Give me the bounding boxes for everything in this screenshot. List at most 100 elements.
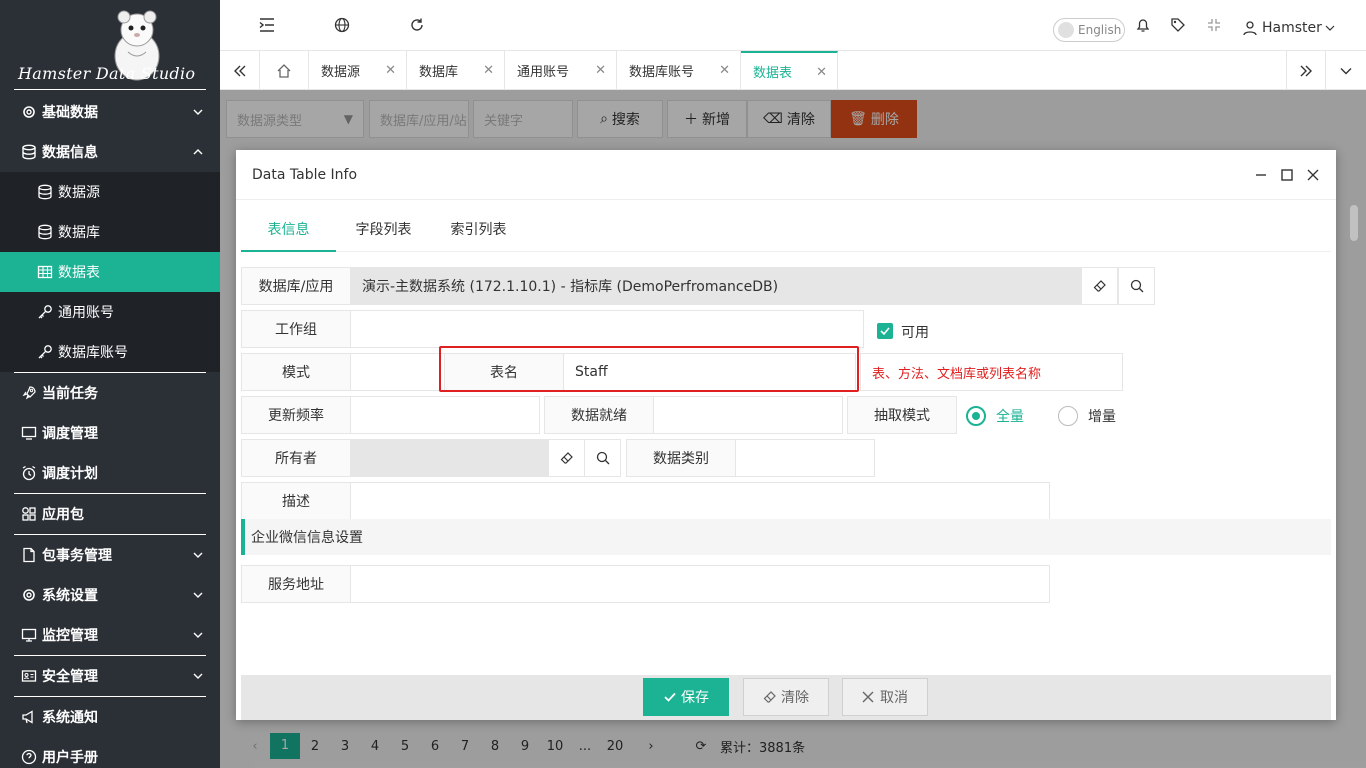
- cancel-button[interactable]: 取消: [842, 678, 928, 716]
- globe-icon[interactable]: [332, 15, 352, 35]
- extract-incremental-label: 增量: [1088, 409, 1116, 425]
- tab-data-table[interactable]: 数据表 ✕: [741, 51, 838, 90]
- close-icon[interactable]: ✕: [595, 63, 606, 78]
- sidebar-item-label: 系统通知: [42, 710, 98, 726]
- chevron-down-icon: [1340, 67, 1352, 74]
- workgroup-field[interactable]: [350, 310, 864, 348]
- sidebar-item-db-account[interactable]: 数据库账号: [0, 332, 220, 372]
- tab-table-info[interactable]: 表信息: [241, 212, 336, 252]
- scrollbar-thumb[interactable]: [1350, 205, 1358, 241]
- search-icon: [596, 451, 609, 465]
- sidebar-item-schedule-plan[interactable]: 调度计划: [0, 453, 220, 493]
- search-owner-button[interactable]: [584, 439, 621, 477]
- monitor-icon: [20, 626, 38, 644]
- tab-general-account[interactable]: 通用账号 ✕: [505, 51, 617, 90]
- description-field[interactable]: [350, 482, 1050, 520]
- tab-database[interactable]: 数据库 ✕: [407, 51, 505, 90]
- sidebar-item-current-task[interactable]: 当前任务: [0, 373, 220, 413]
- eraser-icon: [763, 691, 776, 703]
- sidebar-item-label: 数据表: [58, 265, 100, 281]
- search-icon: [1130, 279, 1143, 293]
- extract-mode-label: 抽取模式: [847, 396, 957, 434]
- chevron-down-icon: [193, 592, 203, 598]
- sidebar-submenu: 数据源 数据库 数据表 通用账号 数据库账号: [0, 172, 220, 372]
- fullscreen-exit-icon[interactable]: [1204, 15, 1224, 35]
- alarm-icon: [20, 464, 38, 482]
- double-chevron-left-icon: [233, 65, 245, 76]
- service-url-label: 服务地址: [241, 565, 351, 603]
- tag-icon[interactable]: [1168, 15, 1188, 35]
- close-icon[interactable]: ✕: [816, 65, 827, 80]
- sidebar-item-monitor-mgmt[interactable]: 监控管理: [0, 615, 220, 655]
- enabled-label: 可用: [901, 325, 929, 341]
- sidebar-item-data-table[interactable]: 数据表: [0, 252, 220, 292]
- table-name-hint: 表、方法、文档库或列表名称: [860, 353, 1123, 391]
- sidebar-item-security-mgmt[interactable]: 安全管理: [0, 656, 220, 696]
- update-freq-field[interactable]: [350, 396, 540, 434]
- data-category-label: 数据类别: [626, 439, 736, 477]
- key-icon: [36, 343, 54, 361]
- tabs-scroll-left-button[interactable]: [220, 51, 260, 90]
- dialog-title: Data Table Info: [252, 166, 358, 183]
- close-icon[interactable]: [1305, 167, 1321, 183]
- clear-owner-button[interactable]: [548, 439, 585, 477]
- sidebar-item-app-package[interactable]: 应用包: [0, 494, 220, 534]
- sidebar-item-system-notice[interactable]: 系统通知: [0, 697, 220, 737]
- service-url-field[interactable]: [350, 565, 1050, 603]
- data-ready-field[interactable]: [653, 396, 843, 434]
- minimize-icon[interactable]: [1253, 167, 1269, 183]
- clear-label: 清除: [781, 690, 809, 706]
- bell-icon[interactable]: [1133, 15, 1153, 35]
- language-toggle[interactable]: English: [1053, 18, 1125, 42]
- close-icon[interactable]: ✕: [719, 63, 730, 78]
- sidebar-item-basic-data[interactable]: 基础数据: [0, 92, 220, 132]
- menu-collapse-icon[interactable]: [257, 15, 277, 35]
- sidebar-item-data-info[interactable]: 数据信息: [0, 132, 220, 172]
- owner-field[interactable]: [350, 439, 548, 477]
- db-app-field[interactable]: 演示-主数据系统 (172.1.10.1) - 指标库 (DemoPerfrom…: [350, 267, 1081, 305]
- tab-data-source[interactable]: 数据源 ✕: [309, 51, 407, 90]
- schema-field[interactable]: [350, 353, 445, 391]
- sidebar-item-data-source[interactable]: 数据源: [0, 172, 220, 212]
- toggle-knob: [1058, 22, 1074, 38]
- tab-label: 数据源: [321, 65, 361, 80]
- close-icon[interactable]: ✕: [385, 63, 396, 78]
- sidebar-item-database[interactable]: 数据库: [0, 212, 220, 252]
- tab-bar: 数据源 ✕ 数据库 ✕ 通用账号 ✕ 数据库账号 ✕ 数据表 ✕: [220, 50, 1366, 90]
- maximize-icon[interactable]: [1279, 167, 1295, 183]
- tab-index-list[interactable]: 索引列表: [431, 212, 526, 252]
- table-icon: [36, 263, 54, 281]
- scrollbar[interactable]: [1347, 150, 1361, 720]
- sidebar-item-user-manual[interactable]: 用户手册: [0, 737, 220, 768]
- dialog-clear-button[interactable]: 清除: [743, 678, 829, 716]
- sidebar-item-label: 包事务管理: [42, 548, 112, 564]
- file-icon: [20, 546, 38, 564]
- sidebar-item-general-account[interactable]: 通用账号: [0, 292, 220, 332]
- database-icon: [20, 143, 38, 161]
- refresh-icon[interactable]: [407, 15, 427, 35]
- data-category-field[interactable]: [735, 439, 875, 477]
- tab-field-list[interactable]: 字段列表: [336, 212, 431, 252]
- sidebar-item-schedule-mgmt[interactable]: 调度管理: [0, 413, 220, 453]
- enabled-checkbox[interactable]: [877, 323, 893, 339]
- tab-home[interactable]: [260, 51, 309, 90]
- extract-full-radio[interactable]: [966, 406, 986, 426]
- tabs-scroll-right-button[interactable]: [1286, 51, 1326, 90]
- search-db-app-button[interactable]: [1118, 267, 1155, 305]
- workgroup-label: 工作组: [241, 310, 351, 348]
- sidebar-item-system-settings[interactable]: 系统设置: [0, 575, 220, 615]
- tabs-dropdown-button[interactable]: [1326, 51, 1366, 90]
- save-button[interactable]: 保存: [643, 678, 729, 716]
- sidebar-item-package-tx[interactable]: 包事务管理: [0, 535, 220, 575]
- sidebar-item-label: 数据信息: [42, 145, 98, 161]
- data-table-dialog: Data Table Info 表信息 字段列表 索引列表 数据库/应用 演示-…: [236, 150, 1336, 720]
- sidebar-item-label: 用户手册: [42, 750, 98, 766]
- database-icon: [36, 223, 54, 241]
- clear-db-app-button[interactable]: [1081, 267, 1118, 305]
- close-icon[interactable]: ✕: [483, 63, 494, 78]
- user-name: Hamster: [1262, 20, 1322, 36]
- sidebar-item-label: 监控管理: [42, 628, 98, 644]
- extract-incremental-radio[interactable]: [1058, 406, 1078, 426]
- user-menu[interactable]: Hamster: [1242, 20, 1336, 36]
- tab-db-account[interactable]: 数据库账号 ✕: [617, 51, 741, 90]
